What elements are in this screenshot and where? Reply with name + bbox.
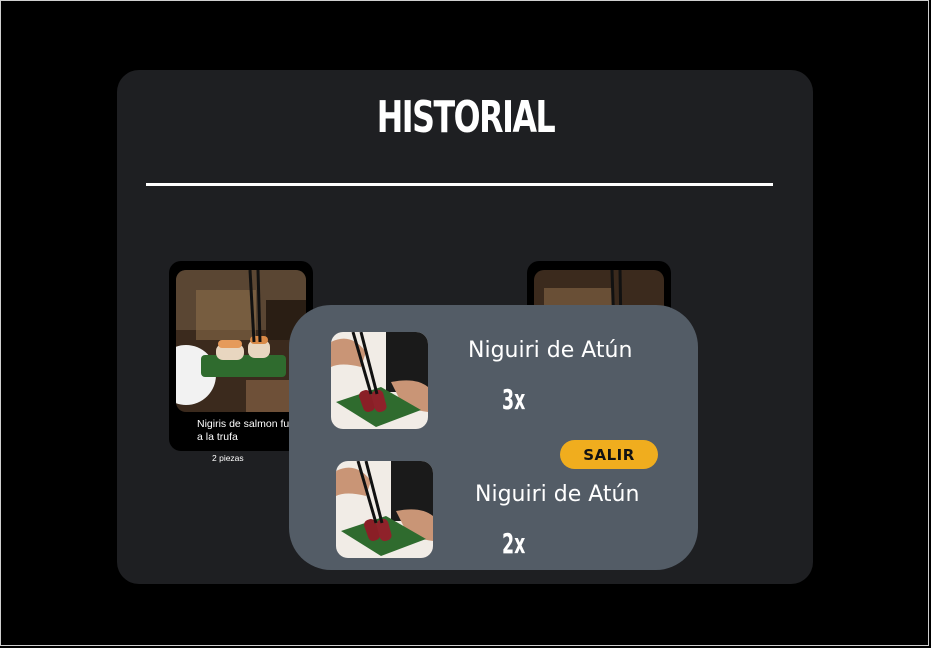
exit-button[interactable]: SALIR <box>560 440 658 469</box>
tuna-nigiri-photo <box>336 461 433 558</box>
salmon-nigiri-photo <box>176 270 306 412</box>
history-card-pieces: 2 piezas <box>212 453 244 463</box>
page-title: HISTORIAL <box>376 92 556 143</box>
order-item-quantity: 3x <box>502 383 526 416</box>
order-item-name: Niguiri de Atún <box>475 482 640 507</box>
order-item-quantity: 2x <box>502 527 526 560</box>
title-divider <box>146 183 773 186</box>
order-item-name: Niguiri de Atún <box>468 338 633 363</box>
tuna-nigiri-photo <box>331 332 428 429</box>
